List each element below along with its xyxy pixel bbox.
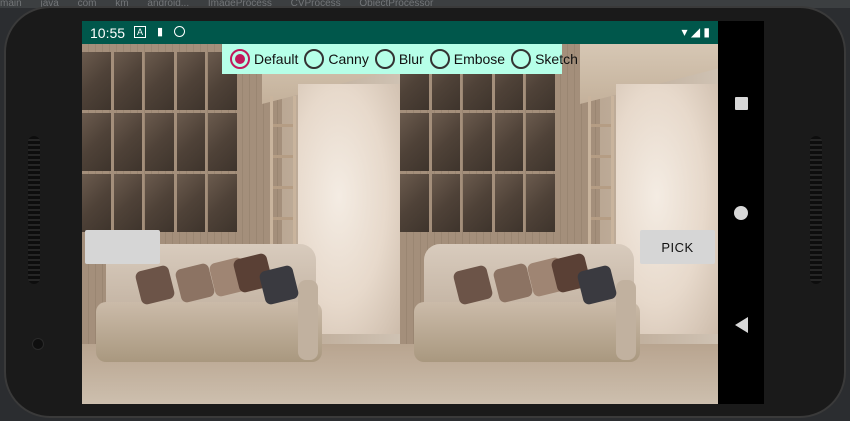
radio-button[interactable] <box>304 49 325 69</box>
radio-label: Default <box>254 51 299 67</box>
wall-panels <box>82 52 237 232</box>
wall-panels <box>400 52 555 232</box>
android-nav-bar <box>718 21 764 404</box>
app-content: Default Canny Blur Embose Sketch PICK <box>82 44 718 404</box>
battery-icon: ▮ <box>703 25 710 39</box>
radio-label: Canny <box>328 51 369 67</box>
radio-label: Embose <box>453 51 506 67</box>
radio-button[interactable] <box>429 49 450 69</box>
sync-icon <box>174 26 185 37</box>
radio-label: Sketch <box>535 51 578 67</box>
ide-tab[interactable]: main <box>0 0 22 8</box>
speaker-grille-left <box>28 136 40 284</box>
blank-button[interactable] <box>85 230 160 264</box>
radio-button[interactable] <box>511 49 532 69</box>
room-scene <box>82 44 400 404</box>
status-time: 10:55 <box>90 25 126 41</box>
recents-icon[interactable] <box>735 97 748 110</box>
room-scene <box>400 44 718 404</box>
status-right-icons: ▾ ◢ ▮ <box>681 25 710 39</box>
radio-canny[interactable]: Canny <box>304 49 369 69</box>
speaker-grille-right <box>810 136 822 284</box>
back-icon[interactable] <box>735 317 748 333</box>
phone-screen: 10:55 A ▮ ▾ ◢ ▮ Default Canny Blur Embos… <box>82 21 718 404</box>
filter-radio-group: Default Canny Blur Embose Sketch <box>222 44 578 74</box>
a-icon: A <box>134 26 146 38</box>
radio-sketch[interactable]: Sketch <box>511 49 578 69</box>
original-image <box>82 44 400 404</box>
radio-button[interactable] <box>374 49 395 69</box>
processed-image <box>400 44 718 404</box>
status-bar: 10:55 A ▮ ▾ ◢ ▮ <box>82 21 718 44</box>
radio-label: Blur <box>398 51 424 67</box>
radio-blur[interactable]: Blur <box>374 49 424 69</box>
storage-icon: ▮ <box>156 26 164 38</box>
wifi-icon: ▾ <box>681 25 688 39</box>
radio-embose[interactable]: Embose <box>429 49 506 69</box>
front-camera <box>32 338 44 350</box>
home-icon[interactable] <box>734 206 748 220</box>
radio-button-checked[interactable] <box>230 49 250 69</box>
signal-icon: ◢ <box>690 25 701 39</box>
pick-button[interactable]: PICK <box>640 230 715 264</box>
radio-default[interactable]: Default <box>230 49 298 69</box>
